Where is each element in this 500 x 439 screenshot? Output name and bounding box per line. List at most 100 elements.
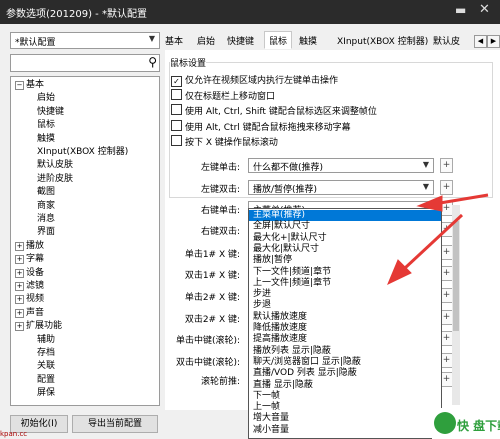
tab-item[interactable]: 基本 [165,34,183,47]
expand-icon[interactable]: + [15,268,24,278]
dropdown-option[interactable]: 下一文件|频道|章节 [249,267,441,278]
group-title: 鼠标设置 [170,56,207,69]
checkbox[interactable]: ✓ [171,76,182,87]
checkbox[interactable] [171,104,182,115]
dropdown-option[interactable]: 降低播放速度 [249,323,441,334]
checkbox-row[interactable]: 使用 Alt, Ctrl, Shift 键配合鼠标选区来调整帧位 [171,104,377,117]
tree-item[interactable]: 鼠标 [37,120,55,131]
dropdown-option[interactable]: 直播 显示|隐蔽 [249,380,441,391]
expand-icon[interactable]: + [15,322,24,332]
dropdown-option[interactable]: 上一帧 [249,402,441,413]
checkbox-row[interactable]: 按下 X 键操作鼠标滚动 [171,135,278,148]
dropdown-option[interactable]: 播放|暂停 [249,255,441,266]
tree-item[interactable]: + 播放 [15,241,44,252]
watermark-text: 快 盘下载 [457,419,500,433]
checkbox[interactable] [171,88,182,100]
checkbox-row[interactable]: ✓ 仅允许在视频区域内执行左键单击操作 [171,73,338,87]
expand-icon[interactable]: + [15,295,24,305]
chevron-down-icon: ▼ [148,34,155,43]
expand-icon[interactable]: + [15,308,24,318]
dropdown-option[interactable]: 默认播放速度 [249,312,441,323]
action-value: 什么都不做(推荐) [253,163,324,173]
dropdown-option[interactable]: 步进 [249,289,441,300]
tree-item[interactable]: + 视频 [15,294,44,305]
tab-item[interactable]: 启始 [197,34,215,47]
tree-item[interactable]: 消息 [37,214,55,225]
close-icon[interactable]: ✕ [479,2,490,17]
tree-item[interactable]: 启始 [37,93,55,104]
tree-item[interactable]: 屏保 [37,388,55,399]
tree-item[interactable]: 辅助 [37,335,55,346]
checkbox[interactable] [171,135,182,146]
chevron-down-icon: ▼ [422,160,429,169]
tree-item-label: 声音 [26,307,45,318]
add-button[interactable]: + [440,180,453,195]
dropdown-option[interactable]: 最大化|默认尺寸 [249,244,441,255]
tree-item[interactable]: 触摸 [37,134,55,145]
pin-icon[interactable]: ▬ [455,3,466,17]
tree-item[interactable]: + 字幕 [15,254,44,265]
dropdown-option[interactable]: 聊天/浏览器窗口 显示|隐蔽 [249,357,441,368]
tree-item[interactable]: + 设备 [15,268,44,279]
action-combobox[interactable]: 播放/暂停(推荐) ▼ [248,180,434,195]
profile-combobox[interactable]: *默认配置 ▼ [10,32,160,49]
checkbox[interactable] [171,119,182,131]
checkbox-row[interactable]: 仅在标题栏上移动窗口 [171,88,275,102]
tree-item[interactable]: 进阶皮肤 [37,174,73,185]
tree-item[interactable]: 默认皮肤 [37,160,73,171]
tab-item[interactable]: 默认皮 [433,34,460,47]
tree-item[interactable]: + 扩展功能 [15,321,62,332]
expand-icon[interactable]: + [15,255,24,265]
add-button[interactable]: + [440,158,453,173]
checkbox-row[interactable]: 使用 Alt, Ctrl 键配合鼠标拖拽来移动字幕 [171,119,351,133]
dropdown-option[interactable]: 下一帧 [249,391,441,402]
tree-item[interactable]: + 声音 [15,308,44,319]
tree-item[interactable]: 商家 [37,201,55,212]
tab-item[interactable]: XInput(XBOX 控制器) [337,34,428,47]
tree-item[interactable]: XInput(XBOX 控制器) [37,147,128,158]
dropdown-option[interactable]: 播放列表 显示|隐蔽 [249,346,441,357]
action-label: 左键双击: [200,185,240,195]
action-label: 单击1# X 键: [184,250,240,260]
tree-item[interactable]: 关联 [37,361,55,372]
action-label: 滚轮前推: [200,377,240,387]
dropdown-option[interactable]: 全屏|默认尺寸 [249,221,441,232]
tab-item[interactable]: 触摸 [299,34,317,47]
tree-item[interactable]: 截图 [37,187,55,198]
search-input[interactable]: ⚲ [10,54,160,72]
dropdown-option[interactable]: 最大化+|默认尺寸 [249,233,441,244]
panel-scrollbar[interactable] [452,205,460,405]
dropdown-option[interactable]: 上一文件|频道|章节 [249,278,441,289]
action-label: 双击1# X 键: [184,271,240,281]
dropdown-option[interactable]: 增大音量 [249,413,441,424]
tree-item-label: 启始 [37,93,56,104]
tree-item-label: XInput(XBOX 控制器) [37,147,129,157]
export-config-button[interactable]: 导出当前配置 [72,415,158,433]
dropdown-option[interactable]: 步退 [249,300,441,311]
tree-item[interactable]: 界面 [37,227,55,238]
tree-item[interactable]: 存档 [37,348,55,359]
tab-scroll-left-icon[interactable]: ◀ [474,35,487,48]
tab-scroll-right-icon[interactable]: ▶ [487,35,500,48]
tree-item-label: 播放 [26,240,45,251]
expand-icon[interactable]: + [15,282,24,291]
expand-icon[interactable]: + [15,241,24,251]
tab-item[interactable]: 快捷键 [227,34,254,47]
scrollbar-thumb[interactable] [453,221,459,331]
dropdown-option[interactable]: 直播/VOD 列表 显示|隐蔽 [249,368,441,379]
dropdown-option[interactable]: 减小音量 [249,425,441,436]
tree-item[interactable]: + 滤镜 [15,281,44,292]
tree-item[interactable]: − 基本 [15,80,44,91]
dropdown-option[interactable]: 主菜单(推荐) [249,210,441,221]
tree-item[interactable]: 快捷键 [37,107,64,118]
action-combobox[interactable]: 什么都不做(推荐) ▼ [248,158,434,173]
tree-item-label: 基本 [26,80,45,90]
tree-item[interactable]: 配置 [37,375,55,386]
dropdown-option[interactable]: 提高播放速度 [249,334,441,345]
tree-item-label: 字幕 [26,254,45,265]
collapse-icon[interactable]: − [15,81,24,90]
action-dropdown-list[interactable]: 主菜单(推荐) 全屏|默认尺寸 最大化+|默认尺寸 最大化|默认尺寸 播放|暂停 下一文件… [248,208,442,439]
tree-item-label: 视频 [26,294,45,305]
search-icon[interactable]: ⚲ [148,55,157,69]
tab-item[interactable]: 鼠标 [264,31,293,49]
